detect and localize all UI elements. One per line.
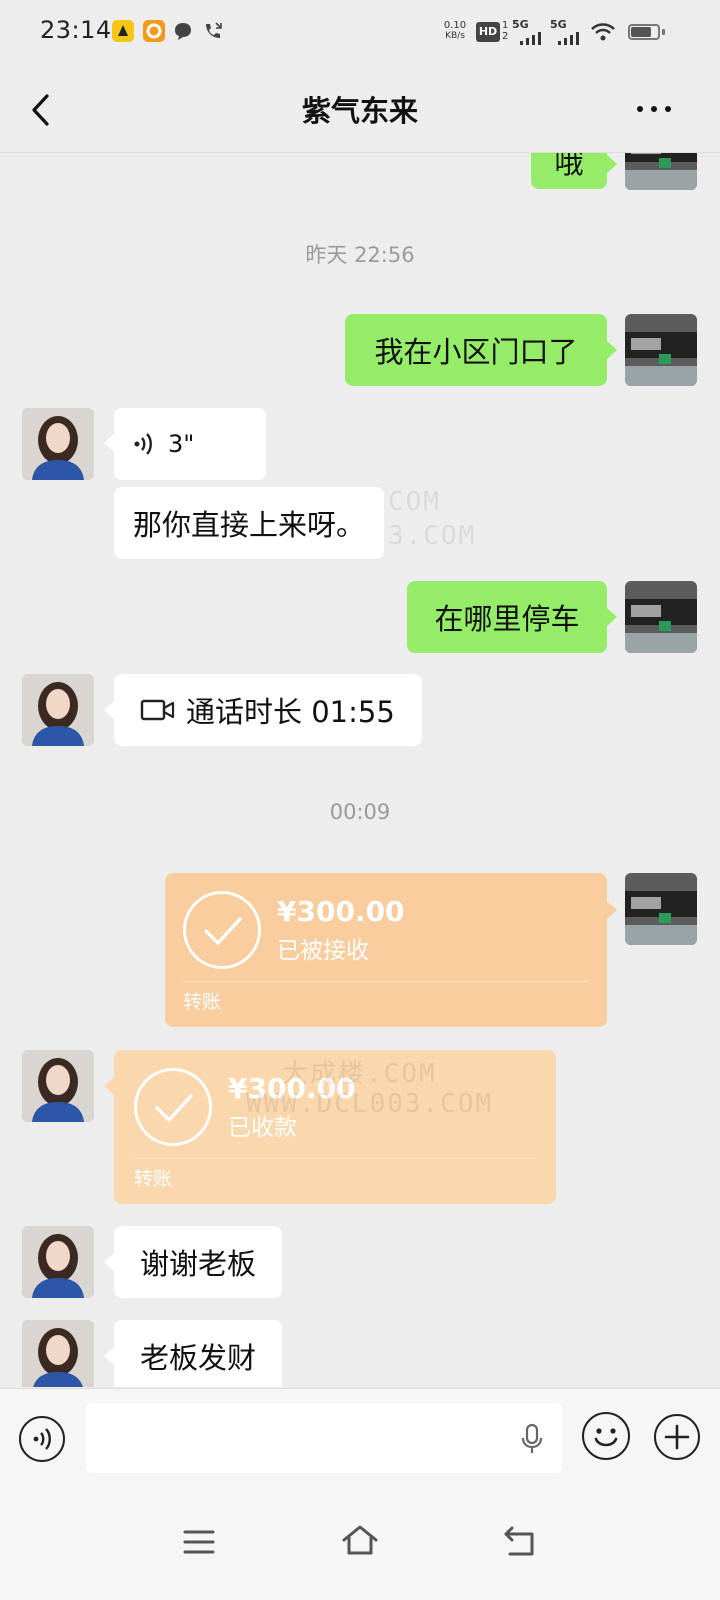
transfer-label: 转账	[183, 991, 222, 1013]
bubble-tail	[607, 608, 617, 626]
emoji-button[interactable]	[582, 1412, 630, 1460]
message-text: 哦	[554, 153, 584, 180]
message-text: 在哪里停车	[434, 602, 580, 636]
timestamp: 昨天 22:56	[305, 243, 415, 267]
bubble-tail	[104, 1253, 114, 1271]
contact-avatar[interactable]	[22, 1050, 94, 1122]
voice-duration: 3"	[168, 430, 195, 458]
bubble-tail	[104, 1347, 114, 1365]
app-icon-orange	[143, 20, 165, 42]
input-bar	[0, 1388, 720, 1489]
contact-avatar[interactable]	[22, 1226, 94, 1298]
chat-title: 紫气东来	[301, 94, 418, 128]
more-dots-icon	[637, 106, 671, 112]
divider	[183, 981, 589, 982]
message-text: 谢谢老板	[139, 1247, 256, 1281]
net-speed-unit: KB/s	[445, 31, 465, 41]
my-avatar[interactable]	[625, 153, 697, 190]
back-icon[interactable]	[502, 1524, 538, 1558]
watermark-text: 3.COM	[388, 521, 477, 551]
my-avatar[interactable]	[625, 314, 697, 386]
contact-avatar[interactable]	[22, 1320, 94, 1387]
contact-avatar[interactable]	[22, 408, 94, 480]
voice-toggle-button[interactable]	[19, 1416, 65, 1462]
app-icon-yellow	[112, 20, 134, 42]
plus-icon	[664, 1424, 690, 1450]
menu-icon[interactable]	[182, 1528, 216, 1556]
checkmark-icon	[134, 1068, 212, 1146]
wifi-icon	[590, 22, 616, 42]
checkmark-icon	[183, 891, 261, 969]
net-speed: 0.10 KB/s	[440, 20, 470, 42]
call-duration-text: 通话时长 01:55	[186, 695, 395, 729]
signal1-bars-icon	[520, 30, 544, 45]
sim1-label: 1	[502, 20, 509, 31]
chat-header: 紫气东来	[0, 66, 720, 153]
message-bubble-received[interactable]: 老板发财	[114, 1320, 282, 1387]
my-avatar[interactable]	[625, 581, 697, 653]
transfer-amount: ¥300.00	[277, 895, 405, 928]
voice-wave-icon	[134, 433, 152, 455]
message-text: 老板发财	[139, 1341, 256, 1375]
message-bubble-sent[interactable]: 在哪里停车	[407, 581, 607, 653]
bubble-tail	[607, 155, 617, 173]
watermark-text: COM	[388, 487, 441, 517]
emoji-icon	[594, 1428, 618, 1447]
status-bar: 23:14 0.10 KB/s HD 1 2 5G 5G	[0, 0, 720, 66]
bubble-tail	[607, 341, 617, 359]
transfer-status: 已被接收	[277, 938, 369, 964]
transfer-label: 转账	[134, 1168, 173, 1190]
watermark-text: WWW.DCL003.COM	[246, 1089, 494, 1119]
mic-icon[interactable]	[520, 1423, 544, 1455]
message-bubble-sent[interactable]: 我在小区门口了	[345, 314, 607, 386]
video-call-record[interactable]: 通话时长 01:55	[114, 674, 422, 746]
home-icon[interactable]	[340, 1522, 380, 1558]
timestamp: 00:09	[329, 800, 391, 824]
battery-tip	[662, 29, 665, 35]
missed-call-icon	[202, 20, 224, 42]
net-speed-value: 0.10	[443, 20, 467, 31]
signal2-bars-icon	[558, 30, 582, 45]
divider	[134, 1158, 536, 1159]
message-text: 那你直接上来呀。	[132, 508, 365, 542]
video-camera-icon	[140, 699, 175, 721]
battery-icon	[628, 24, 660, 40]
system-nav-bar	[0, 1488, 720, 1600]
message-list[interactable]: 哦 昨天 22:56 我在小区门口了 3" 那你直接上来呀。 COM 3.COM…	[0, 153, 720, 1387]
chevron-left-icon	[32, 94, 49, 126]
contact-avatar[interactable]	[22, 674, 94, 746]
message-input[interactable]	[86, 1403, 562, 1473]
message-bubble-sent[interactable]: 哦	[531, 153, 607, 189]
message-bubble-received[interactable]: 那你直接上来呀。	[114, 487, 384, 559]
watermark-text: 大成楼.COM	[282, 1059, 437, 1089]
sim2-label: 2	[502, 31, 509, 42]
transfer-card-sent[interactable]: ¥300.00 已被接收 转账	[165, 873, 607, 1027]
message-bubble-received[interactable]: 谢谢老板	[114, 1226, 282, 1298]
more-button[interactable]	[632, 94, 676, 124]
bubble-tail	[607, 901, 617, 919]
battery-fill	[631, 27, 651, 37]
hd-badge: HD	[476, 22, 500, 42]
my-avatar[interactable]	[625, 873, 697, 945]
bubble-tail	[104, 701, 114, 719]
bubble-tail	[104, 1077, 114, 1095]
message-text: 我在小区门口了	[374, 335, 578, 369]
sim-labels: 1 2	[502, 20, 508, 42]
add-more-button[interactable]	[654, 1414, 700, 1460]
chat-bubble-icon	[172, 20, 194, 42]
bubble-tail	[104, 434, 114, 452]
back-button[interactable]	[22, 88, 66, 132]
voice-message-bubble[interactable]: 3"	[114, 408, 266, 480]
status-time: 23:14	[40, 16, 112, 44]
voice-icon	[33, 1428, 51, 1450]
